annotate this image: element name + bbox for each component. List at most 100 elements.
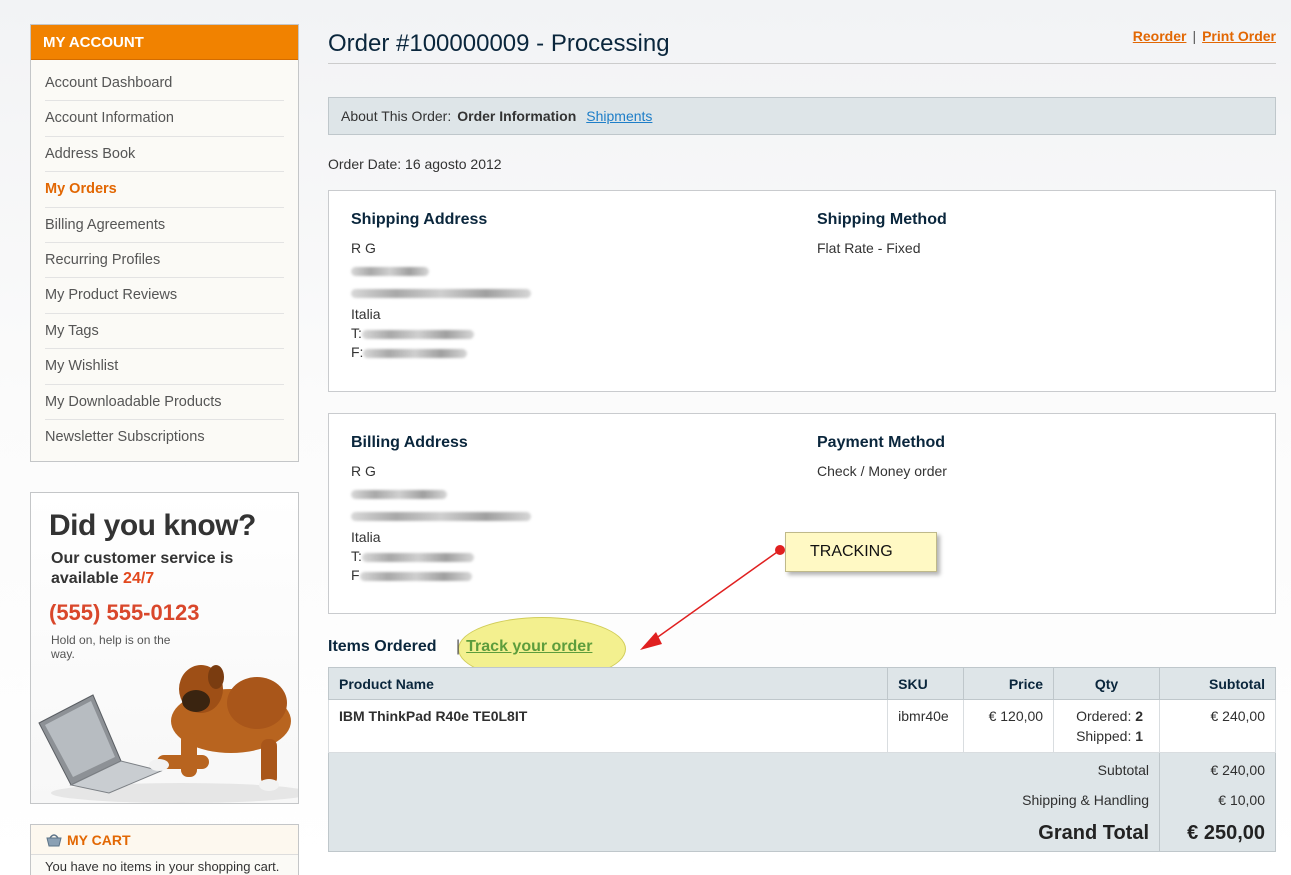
sidebar: MY ACCOUNT Account Dashboard Account Inf… [30, 24, 299, 875]
phone-label: T: [351, 548, 362, 564]
tab-order-information: Order Information [457, 108, 577, 124]
sidebar-item-label[interactable]: Recurring Profiles [45, 252, 160, 268]
sidebar-item-label[interactable]: My Product Reviews [45, 287, 177, 303]
qty-ordered-label: Ordered: [1076, 708, 1132, 724]
sidebar-item-my-wishlist[interactable]: My Wishlist [45, 349, 284, 385]
tab-shipments[interactable]: Shipments [586, 108, 652, 124]
col-product-name: Product Name [327, 667, 889, 700]
sidebar-item-newsletter[interactable]: Newsletter Subscriptions [45, 420, 284, 455]
promo-title: Did you know? [49, 509, 256, 543]
sidebar-item-label[interactable]: Newsletter Subscriptions [45, 429, 205, 445]
annotation-arrow [640, 545, 785, 650]
sidebar-item-label[interactable]: Account Information [45, 110, 174, 126]
reorder-link[interactable]: Reorder [1133, 28, 1187, 44]
sidebar-item-label[interactable]: My Wishlist [45, 358, 118, 374]
print-order-link[interactable]: Print Order [1202, 28, 1276, 44]
sidebar-item-product-reviews[interactable]: My Product Reviews [45, 278, 284, 314]
sidebar-item-label[interactable]: My Downloadable Products [45, 394, 222, 410]
sku-cell: ibmr40e [887, 699, 965, 753]
tabs-label: About This Order: [341, 108, 452, 124]
shipping-phone: T: [351, 325, 531, 341]
order-tabs: About This Order: Order Information Shipme… [328, 97, 1276, 135]
customer-service-promo[interactable]: Did you know? Our customer service is av… [30, 492, 299, 805]
payment-method-value: Check / Money order [817, 463, 947, 479]
redacted-line [351, 504, 531, 526]
tracking-annotation: TRACKING [785, 532, 937, 572]
sidebar-item-label: My Orders [45, 181, 117, 198]
subtotal-label: Subtotal [328, 752, 1160, 785]
qty-shipped-value: 1 [1135, 728, 1144, 744]
redacted-line [351, 281, 531, 303]
sidebar-item-account-dashboard[interactable]: Account Dashboard [45, 66, 284, 102]
shipping-country: Italia [351, 306, 381, 322]
sidebar-item-label[interactable]: Billing Agreements [45, 217, 165, 233]
title-divider [328, 63, 1276, 64]
fax-label: F [351, 567, 360, 583]
totals-row-subtotal: Subtotal € 240,00 [328, 752, 1276, 785]
track-order: | Track your order [456, 638, 592, 656]
qty-cell: Ordered: 2 Shipped: 1 [1053, 699, 1161, 753]
redacted-line [351, 259, 531, 281]
promo-line-2-prefix: available [51, 570, 124, 588]
sidebar-item-address-book[interactable]: Address Book [45, 137, 284, 173]
track-order-link[interactable]: Track your order [466, 638, 592, 655]
items-ordered-table: Product Name SKU Price Qty Subtotal IBM … [327, 667, 1276, 852]
order-actions: Reorder | Print Order [1133, 28, 1276, 44]
totals-row-shipping: Shipping & Handling € 10,00 [328, 785, 1276, 815]
sidebar-item-label[interactable]: Account Dashboard [45, 75, 172, 91]
items-ordered-title: Items Ordered [328, 638, 437, 655]
qty-shipped-label: Shipped: [1076, 728, 1132, 744]
phone-label: T: [351, 325, 362, 341]
sidebar-item-label[interactable]: My Tags [45, 323, 99, 339]
billing-name: R G [351, 463, 376, 479]
col-price: Price [963, 667, 1055, 700]
grand-total-label: Grand Total [328, 815, 1160, 852]
col-qty: Qty [1053, 667, 1161, 700]
page-title: Order #100000009 - Processing [328, 30, 670, 57]
sidebar-item-downloadable-products[interactable]: My Downloadable Products [45, 385, 284, 420]
payment-method-title: Payment Method [817, 434, 946, 451]
billing-phone: T: [351, 548, 531, 564]
qty-ordered: Ordered: 2 [1064, 706, 1143, 726]
shipping-fax: F: [351, 341, 531, 363]
promo-phone: (555) 555-0123 [49, 600, 200, 626]
dog-laptop-illustration [38, 665, 298, 804]
shipping-address: Shipping Address R G Italia T: F: [351, 211, 531, 363]
promo-line-1: Our customer service is [51, 550, 234, 568]
sidebar-item-label[interactable]: Address Book [45, 146, 135, 162]
col-sku: SKU [887, 667, 965, 700]
account-nav-header: MY ACCOUNT [31, 25, 298, 60]
shipping-method-title: Shipping Method [817, 211, 947, 228]
billing-country: Italia [351, 529, 381, 545]
track-separator: | [456, 638, 461, 655]
shipping-info-box: Shipping Address R G Italia T: F: Shippi… [328, 190, 1276, 392]
redacted-line [351, 482, 531, 504]
shipping-name: R G [351, 240, 376, 256]
shipping-address-title: Shipping Address [351, 211, 488, 228]
mini-cart-title: MY CART [67, 832, 131, 849]
sidebar-item-my-tags[interactable]: My Tags [45, 314, 284, 350]
qty-ordered-value: 2 [1135, 708, 1144, 724]
billing-address-title: Billing Address [351, 434, 468, 451]
basket-icon [46, 834, 62, 847]
shipping-method-value: Flat Rate - Fixed [817, 240, 921, 256]
shipping-value: € 10,00 [1159, 785, 1276, 815]
mini-cart-header: MY CART [31, 825, 298, 856]
table-row: IBM ThinkPad R40e TE0L8IT ibmr40e € 120,… [327, 699, 1276, 753]
shipping-label: Shipping & Handling [328, 785, 1160, 815]
sidebar-item-billing-agreements[interactable]: Billing Agreements [45, 208, 284, 243]
billing-address: Billing Address R G Italia T: F [351, 434, 531, 586]
sidebar-item-recurring-profiles[interactable]: Recurring Profiles [45, 243, 284, 279]
shipping-method: Shipping Method Flat Rate - Fixed [817, 211, 947, 259]
grand-total-value: € 250,00 [1159, 815, 1276, 852]
mini-cart-empty-text: You have no items in your shopping cart. [45, 859, 280, 875]
billing-address-body: R G Italia T: F [351, 460, 531, 586]
fax-label: F: [351, 344, 364, 360]
account-nav-list: Account Dashboard Account Information Ad… [31, 60, 298, 461]
product-name-cell: IBM ThinkPad R40e TE0L8IT [327, 699, 889, 753]
payment-method: Payment Method Check / Money order [817, 434, 947, 482]
totals-row-grand: Grand Total € 250,00 [328, 815, 1276, 852]
sidebar-item-account-information[interactable]: Account Information [45, 101, 284, 137]
mini-cart-block: MY CART You have no items in your shoppi… [30, 824, 299, 875]
subtotal-value: € 240,00 [1159, 752, 1276, 785]
